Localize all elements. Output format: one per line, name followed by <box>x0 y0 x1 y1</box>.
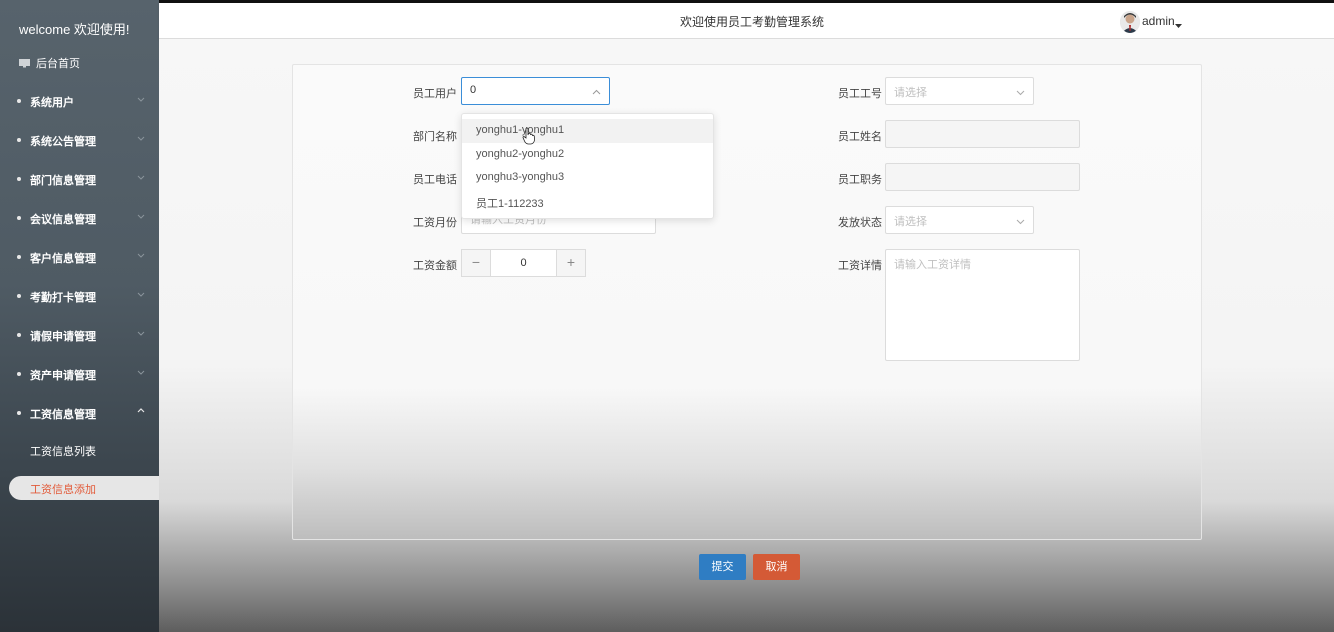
bullet-icon <box>17 255 21 259</box>
bullet-icon <box>17 216 21 220</box>
employee-name-field[interactable] <box>885 120 1080 148</box>
chevron-down-icon <box>1016 86 1025 96</box>
sidebar-item-departments[interactable]: 部门信息管理 <box>0 165 159 193</box>
bullet-icon <box>17 411 21 415</box>
position-field[interactable] <box>885 163 1080 191</box>
chevron-down-icon <box>136 210 146 220</box>
avatar <box>1120 11 1140 33</box>
dropdown-option[interactable]: yonghu1-yonghu1 <box>462 119 713 143</box>
details-field[interactable] <box>885 249 1080 361</box>
submit-button[interactable]: 提交 <box>699 554 746 580</box>
sidebar-item-label: 资产申请管理 <box>30 370 96 382</box>
top-bar: 欢迎使用员工考勤管理系统 admin <box>159 3 1334 39</box>
department-label: 部门名称 <box>413 131 457 143</box>
employee-no-select[interactable]: 请选择 <box>885 77 1034 105</box>
employee-no-placeholder: 请选择 <box>894 87 927 99</box>
sidebar-item-assets[interactable]: 资产申请管理 <box>0 360 159 388</box>
employee-no-label: 员工工号 <box>838 88 882 100</box>
chevron-down-icon <box>136 93 146 103</box>
main-area <box>159 39 1334 632</box>
bullet-icon <box>17 99 21 103</box>
sidebar-item-attendance[interactable]: 考勤打卡管理 <box>0 282 159 310</box>
sidebar: welcome 欢迎使用! 后台首页 系统用户 系统公告管理 部门信息管理 会议… <box>0 0 159 632</box>
cancel-button[interactable]: 取消 <box>753 554 800 580</box>
bullet-icon <box>17 372 21 376</box>
sidebar-item-home[interactable]: 后台首页 <box>0 48 159 76</box>
employee-user-label: 员工用户 <box>413 88 457 100</box>
bullet-icon <box>17 138 21 142</box>
employee-user-dropdown: yonghu1-yonghu1 yonghu2-yonghu2 yonghu3-… <box>461 113 714 219</box>
chevron-down-icon <box>136 366 146 376</box>
status-placeholder: 请选择 <box>894 216 927 228</box>
system-title: 欢迎使用员工考勤管理系统 <box>680 15 825 29</box>
sidebar-item-label: 会议信息管理 <box>30 214 96 226</box>
salary-amount-label: 工资金额 <box>413 260 457 272</box>
bullet-icon <box>17 294 21 298</box>
bullet-icon <box>17 333 21 337</box>
monitor-icon <box>19 57 30 68</box>
employee-user-select[interactable]: 0 <box>461 77 610 105</box>
sidebar-subitem-salary-list[interactable]: 工资信息列表 <box>0 438 159 462</box>
sidebar-subitem-salary-add[interactable]: 工资信息添加 <box>9 476 159 500</box>
bullet-icon <box>17 177 21 181</box>
chevron-down-icon <box>136 132 146 142</box>
dropdown-option-label: yonghu1-yonghu1 <box>476 124 565 136</box>
dropdown-option-label: yonghu2-yonghu2 <box>476 148 565 160</box>
hand-cursor-icon <box>522 127 536 145</box>
sidebar-item-leave[interactable]: 请假申请管理 <box>0 321 159 349</box>
chevron-down-icon <box>136 327 146 337</box>
sidebar-item-announcements[interactable]: 系统公告管理 <box>0 126 159 154</box>
sidebar-item-label: 系统用户 <box>30 97 74 109</box>
employee-name-label: 员工姓名 <box>838 131 882 143</box>
details-label: 工资详情 <box>838 260 882 272</box>
salary-amount-stepper[interactable]: − 0 + <box>461 249 586 277</box>
status-label: 发放状态 <box>838 217 882 229</box>
salary-month-label: 工资月份 <box>413 217 457 229</box>
sidebar-item-label: 客户信息管理 <box>30 253 96 265</box>
sidebar-item-meetings[interactable]: 会议信息管理 <box>0 204 159 232</box>
minus-button[interactable]: − <box>462 250 491 276</box>
employee-user-value: 0 <box>470 84 477 96</box>
username: admin <box>1142 14 1175 28</box>
salary-amount-value[interactable]: 0 <box>490 257 557 269</box>
sidebar-item-label: 系统公告管理 <box>30 136 96 148</box>
sidebar-item-customers[interactable]: 客户信息管理 <box>0 243 159 271</box>
sidebar-item-label: 后台首页 <box>36 58 80 70</box>
dropdown-option-label: yonghu3-yonghu3 <box>476 171 565 183</box>
chevron-up-icon <box>136 405 146 415</box>
dropdown-option-label: 员工1-112233 <box>476 198 544 210</box>
chevron-up-icon <box>592 86 601 95</box>
details-textarea[interactable] <box>886 250 1079 360</box>
dropdown-option[interactable]: yonghu3-yonghu3 <box>462 166 713 190</box>
phone-label: 员工电话 <box>413 174 457 186</box>
sidebar-item-label: 工资信息管理 <box>30 409 96 421</box>
sidebar-item-label: 部门信息管理 <box>30 175 96 187</box>
sidebar-subitem-label: 工资信息添加 <box>30 484 96 496</box>
chevron-down-icon <box>136 171 146 181</box>
chevron-down-icon <box>136 288 146 298</box>
sidebar-subitem-label: 工资信息列表 <box>30 446 96 458</box>
caret-down-icon <box>1175 18 1182 28</box>
chevron-down-icon <box>136 249 146 259</box>
welcome-text: welcome 欢迎使用! <box>19 22 130 37</box>
chevron-down-icon <box>1016 215 1025 225</box>
sidebar-item-system-users[interactable]: 系统用户 <box>0 87 159 115</box>
dropdown-option[interactable]: yonghu2-yonghu2 <box>462 143 713 167</box>
sidebar-item-salary[interactable]: 工资信息管理 <box>0 399 159 427</box>
plus-button[interactable]: + <box>556 250 585 276</box>
position-label: 员工职务 <box>838 174 882 186</box>
dropdown-option[interactable]: 员工1-112233 <box>462 190 713 214</box>
sidebar-item-label: 请假申请管理 <box>30 331 96 343</box>
status-select[interactable]: 请选择 <box>885 206 1034 234</box>
sidebar-item-label: 考勤打卡管理 <box>30 292 96 304</box>
